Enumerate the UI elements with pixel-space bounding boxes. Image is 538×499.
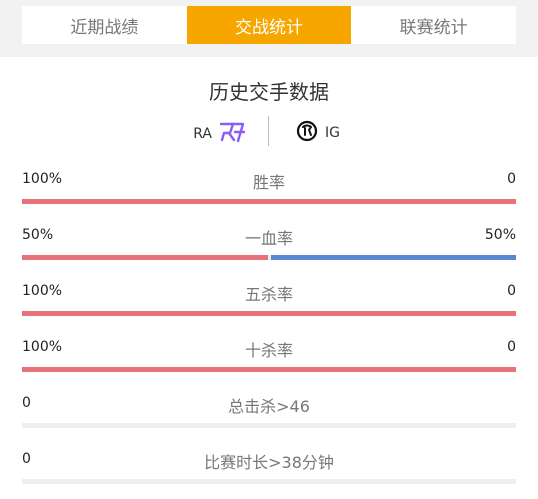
team-divider xyxy=(268,116,269,146)
stat-label: 五杀率 xyxy=(244,285,293,304)
stat-bar-track xyxy=(22,423,516,428)
stat-bar-left xyxy=(22,255,268,260)
stat-row-penta-kill-rate: 100% 五杀率 0 xyxy=(22,275,516,331)
team-left-name: RA xyxy=(193,126,212,142)
stat-bar-track xyxy=(22,479,516,484)
teams-header: RA IG xyxy=(0,116,538,146)
stat-label: 比赛时长>38分钟 xyxy=(204,453,334,472)
stat-bar-track xyxy=(22,311,516,316)
section-title: 历史交手数据 xyxy=(209,80,329,104)
stat-right-value: 50% xyxy=(484,227,516,243)
tab-league-stats[interactable]: 联赛统计 xyxy=(351,6,516,44)
stat-row-first-blood-rate: 50% 一血率 50% xyxy=(22,219,516,275)
stat-right-value: 0 xyxy=(507,339,516,355)
stat-row-win-rate: 100% 胜率 0 xyxy=(22,163,516,219)
stat-label: 十杀率 xyxy=(244,341,293,360)
team-right: IG xyxy=(296,120,340,146)
stat-bar-right xyxy=(270,255,516,260)
stat-bar-left xyxy=(22,199,516,204)
stat-bar-track xyxy=(22,255,516,260)
stat-label: 总击杀>46 xyxy=(228,397,310,416)
stat-right-value: 0 xyxy=(507,171,516,187)
stat-right-value: 0 xyxy=(507,283,516,299)
stat-label: 一血率 xyxy=(244,229,293,248)
stat-bar-left xyxy=(22,367,516,372)
stat-bar-track xyxy=(22,367,516,372)
team-left: RA xyxy=(193,120,246,148)
stat-label: 胜率 xyxy=(252,173,285,192)
team-right-name: IG xyxy=(325,125,340,141)
stat-bar-left xyxy=(22,311,516,316)
ra-logo-icon xyxy=(218,120,246,148)
ig-logo-icon xyxy=(296,120,318,146)
tab-head-to-head-stats[interactable]: 交战统计 xyxy=(186,6,352,44)
stat-bar-track xyxy=(22,199,516,204)
stat-row-game-duration-over: 0 比赛时长>38分钟 xyxy=(22,443,516,499)
stat-row-total-kills-over: 0 总击杀>46 xyxy=(22,387,516,443)
tab-bar: 近期战绩 交战统计 联赛统计 xyxy=(22,6,516,44)
stat-row-ten-kill-rate: 100% 十杀率 0 xyxy=(22,331,516,387)
tab-recent-record[interactable]: 近期战绩 xyxy=(22,6,187,44)
